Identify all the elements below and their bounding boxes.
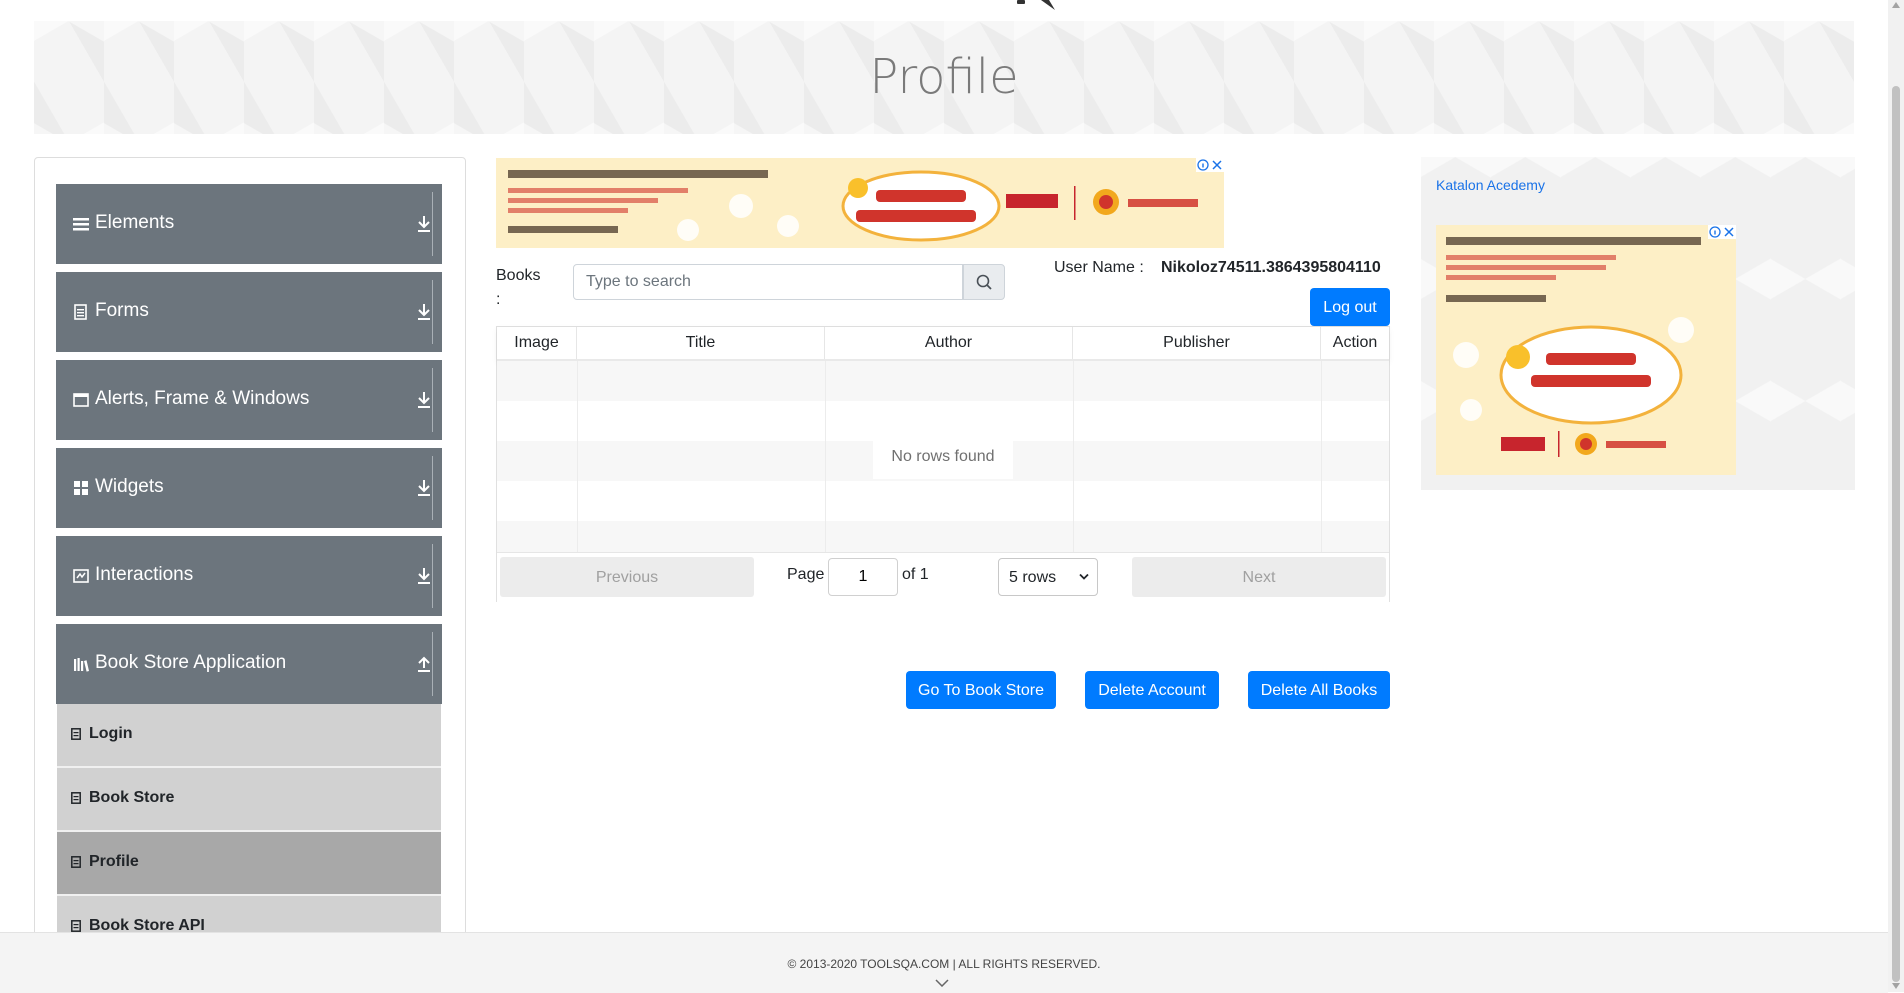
sidebar-group-alerts[interactable]: Alerts, Frame & Windows [56, 360, 442, 440]
page-header-banner: Profile [34, 21, 1854, 134]
sidebar-group-forms[interactable]: Forms [56, 272, 442, 352]
scroll-down-arrow-icon[interactable] [1892, 983, 1900, 989]
books-table: Image Title Author Publisher Action No r… [496, 326, 1390, 602]
sidebar-group-elements[interactable]: Elements [56, 184, 442, 264]
rows-per-page-select[interactable]: 5 rows [998, 558, 1098, 596]
ad-info-close-icon [1709, 226, 1734, 238]
ad-info-close-icon [1197, 159, 1222, 171]
search-icon [976, 274, 992, 290]
page-label: Page [787, 566, 825, 583]
sidebar-item-book-store[interactable]: Book Store [57, 768, 441, 832]
sidebar-group-label: Widgets [95, 476, 164, 497]
sidebar-group-label: Forms [95, 300, 149, 321]
katalon-ad-link[interactable]: Katalon Acedemy [1436, 177, 1545, 193]
sidebar-group-interactions[interactable]: Interactions [56, 536, 442, 616]
document-icon [71, 792, 81, 804]
download-arrow-icon [418, 568, 430, 584]
download-arrow-icon [418, 304, 430, 320]
side-advertisement[interactable] [1436, 225, 1736, 475]
sidebar-group-book-store-application[interactable]: Book Store Application [56, 624, 442, 704]
widgets-icon [74, 481, 88, 495]
column-divider [825, 361, 826, 557]
page-number-input[interactable] [828, 558, 898, 596]
chevron-down-icon [1079, 573, 1089, 580]
delete-all-books-button[interactable]: Delete All Books [1248, 671, 1390, 709]
go-to-book-store-button[interactable]: Go To Book Store [906, 671, 1056, 709]
advertisement-graphic [496, 158, 1224, 248]
document-icon [71, 920, 81, 932]
column-header-publisher[interactable]: Publisher [1073, 327, 1321, 359]
left-sidebar-menu: Elements Forms Alerts, Frame & Windows W… [34, 157, 466, 939]
search-button[interactable] [963, 264, 1005, 300]
column-header-image[interactable]: Image [497, 327, 577, 359]
advertisement-banner[interactable] [496, 158, 1224, 248]
logout-button[interactable]: Log out [1310, 288, 1390, 326]
page-footer: © 2013-2020 TOOLSQA.COM | ALL RIGHTS RES… [0, 932, 1888, 993]
user-name-value: Nikoloz74511.3864395804110 [1161, 259, 1381, 276]
column-divider [1321, 361, 1322, 557]
download-arrow-icon [418, 392, 430, 408]
interactions-icon [73, 569, 89, 583]
chevron-down-icon[interactable] [935, 979, 949, 987]
column-header-action[interactable]: Action [1321, 327, 1389, 359]
pagination-bar: Previous Page of 1 5 rows Next [497, 552, 1389, 602]
page-total-label: of 1 [902, 566, 929, 583]
scrollbar-thumb[interactable] [1892, 86, 1900, 982]
sidebar-item-login[interactable]: Login [57, 704, 441, 768]
upload-arrow-icon [418, 656, 430, 672]
download-arrow-icon [418, 216, 430, 232]
column-divider [577, 361, 578, 557]
document-icon [71, 728, 81, 740]
column-header-title[interactable]: Title [577, 327, 825, 359]
column-divider [1073, 361, 1074, 557]
site-logo-fragment-icon [1017, 0, 1055, 10]
sidebar-item-label: Book Store [89, 789, 175, 806]
next-page-button[interactable]: Next [1132, 557, 1386, 597]
download-arrow-icon [418, 480, 430, 496]
sidebar-item-profile[interactable]: Profile [57, 832, 441, 896]
no-rows-message: No rows found [873, 435, 1013, 479]
books-icon [74, 658, 89, 672]
ad-close-controls[interactable] [1196, 158, 1224, 172]
sidebar-group-label: Interactions [95, 564, 194, 585]
form-icon [74, 304, 87, 320]
user-name-label: User Name : [1054, 259, 1144, 276]
search-input[interactable] [573, 264, 963, 300]
previous-page-button[interactable]: Previous [500, 557, 754, 597]
document-icon [71, 856, 81, 868]
ad-close-controls[interactable] [1708, 225, 1736, 239]
rows-per-page-value: 5 rows [1009, 569, 1057, 586]
page-title: Profile [869, 49, 1019, 105]
list-icon [73, 218, 89, 231]
sidebar-item-label: Login [89, 725, 133, 742]
sidebar-group-widgets[interactable]: Widgets [56, 448, 442, 528]
window-icon [73, 393, 89, 407]
sidebar-group-label: Book Store Application [95, 652, 287, 673]
sidebar-group-label: Elements [95, 212, 175, 233]
books-label: Books : [496, 267, 541, 308]
vertical-scrollbar[interactable] [1888, 0, 1904, 992]
sidebar-group-label: Alerts, Frame & Windows [95, 388, 310, 409]
column-header-author[interactable]: Author [825, 327, 1073, 359]
advertisement-graphic [1436, 225, 1736, 475]
table-row [497, 481, 1389, 521]
copyright-text: © 2013-2020 TOOLSQA.COM | ALL RIGHTS RES… [787, 957, 1101, 971]
scroll-up-arrow-icon[interactable] [1892, 2, 1900, 8]
table-header: Image Title Author Publisher Action [497, 327, 1389, 361]
table-row [497, 361, 1389, 401]
delete-account-button[interactable]: Delete Account [1085, 671, 1219, 709]
right-ad-panel: Katalon Acedemy [1421, 157, 1855, 490]
sidebar-item-label: Profile [89, 853, 139, 870]
